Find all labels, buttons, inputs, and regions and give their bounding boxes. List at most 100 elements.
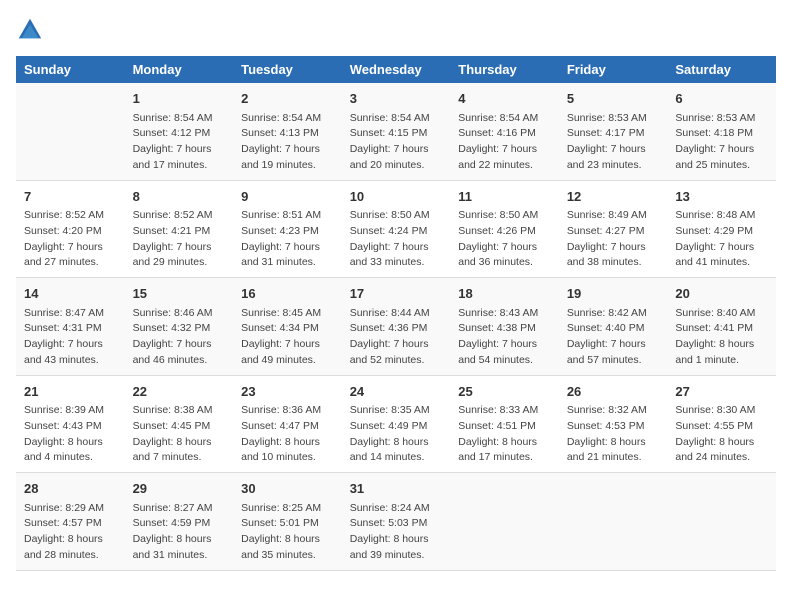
day-header-saturday: Saturday <box>667 56 776 83</box>
calendar-cell: 8Sunrise: 8:52 AMSunset: 4:21 PMDaylight… <box>125 180 234 278</box>
day-info: Sunrise: 8:43 AMSunset: 4:38 PMDaylight:… <box>458 306 551 369</box>
day-number: 1 <box>133 89 226 109</box>
calendar-cell: 14Sunrise: 8:47 AMSunset: 4:31 PMDayligh… <box>16 278 125 376</box>
day-info: Sunrise: 8:50 AMSunset: 4:24 PMDaylight:… <box>350 208 443 271</box>
day-number: 8 <box>133 187 226 207</box>
day-info: Sunrise: 8:53 AMSunset: 4:18 PMDaylight:… <box>675 111 768 174</box>
day-number: 7 <box>24 187 117 207</box>
day-number: 5 <box>567 89 660 109</box>
calendar-cell: 26Sunrise: 8:32 AMSunset: 4:53 PMDayligh… <box>559 375 668 473</box>
calendar-cell <box>16 83 125 180</box>
day-info: Sunrise: 8:54 AMSunset: 4:16 PMDaylight:… <box>458 111 551 174</box>
day-header-tuesday: Tuesday <box>233 56 342 83</box>
day-number: 25 <box>458 382 551 402</box>
calendar-cell: 15Sunrise: 8:46 AMSunset: 4:32 PMDayligh… <box>125 278 234 376</box>
calendar-cell: 12Sunrise: 8:49 AMSunset: 4:27 PMDayligh… <box>559 180 668 278</box>
calendar-cell: 31Sunrise: 8:24 AMSunset: 5:03 PMDayligh… <box>342 473 451 571</box>
day-info: Sunrise: 8:35 AMSunset: 4:49 PMDaylight:… <box>350 403 443 466</box>
day-info: Sunrise: 8:54 AMSunset: 4:12 PMDaylight:… <box>133 111 226 174</box>
day-number: 19 <box>567 284 660 304</box>
day-number: 21 <box>24 382 117 402</box>
day-header-friday: Friday <box>559 56 668 83</box>
calendar-table: SundayMondayTuesdayWednesdayThursdayFrid… <box>16 56 776 571</box>
day-number: 26 <box>567 382 660 402</box>
calendar-cell: 4Sunrise: 8:54 AMSunset: 4:16 PMDaylight… <box>450 83 559 180</box>
calendar-cell: 13Sunrise: 8:48 AMSunset: 4:29 PMDayligh… <box>667 180 776 278</box>
day-number: 11 <box>458 187 551 207</box>
day-number: 24 <box>350 382 443 402</box>
calendar-cell: 10Sunrise: 8:50 AMSunset: 4:24 PMDayligh… <box>342 180 451 278</box>
day-info: Sunrise: 8:39 AMSunset: 4:43 PMDaylight:… <box>24 403 117 466</box>
day-header-monday: Monday <box>125 56 234 83</box>
calendar-week-row: 7Sunrise: 8:52 AMSunset: 4:20 PMDaylight… <box>16 180 776 278</box>
calendar-cell: 22Sunrise: 8:38 AMSunset: 4:45 PMDayligh… <box>125 375 234 473</box>
day-number: 23 <box>241 382 334 402</box>
day-number: 15 <box>133 284 226 304</box>
day-info: Sunrise: 8:38 AMSunset: 4:45 PMDaylight:… <box>133 403 226 466</box>
day-info: Sunrise: 8:51 AMSunset: 4:23 PMDaylight:… <box>241 208 334 271</box>
calendar-cell: 29Sunrise: 8:27 AMSunset: 4:59 PMDayligh… <box>125 473 234 571</box>
day-number: 4 <box>458 89 551 109</box>
day-info: Sunrise: 8:44 AMSunset: 4:36 PMDaylight:… <box>350 306 443 369</box>
calendar-cell <box>450 473 559 571</box>
day-info: Sunrise: 8:52 AMSunset: 4:20 PMDaylight:… <box>24 208 117 271</box>
day-info: Sunrise: 8:29 AMSunset: 4:57 PMDaylight:… <box>24 501 117 564</box>
day-number: 27 <box>675 382 768 402</box>
day-number: 20 <box>675 284 768 304</box>
logo-icon <box>16 16 44 44</box>
day-number: 29 <box>133 479 226 499</box>
calendar-cell: 6Sunrise: 8:53 AMSunset: 4:18 PMDaylight… <box>667 83 776 180</box>
day-info: Sunrise: 8:27 AMSunset: 4:59 PMDaylight:… <box>133 501 226 564</box>
calendar-cell: 11Sunrise: 8:50 AMSunset: 4:26 PMDayligh… <box>450 180 559 278</box>
day-number: 9 <box>241 187 334 207</box>
calendar-cell: 19Sunrise: 8:42 AMSunset: 4:40 PMDayligh… <box>559 278 668 376</box>
calendar-cell: 28Sunrise: 8:29 AMSunset: 4:57 PMDayligh… <box>16 473 125 571</box>
calendar-week-row: 14Sunrise: 8:47 AMSunset: 4:31 PMDayligh… <box>16 278 776 376</box>
calendar-cell: 25Sunrise: 8:33 AMSunset: 4:51 PMDayligh… <box>450 375 559 473</box>
calendar-week-row: 21Sunrise: 8:39 AMSunset: 4:43 PMDayligh… <box>16 375 776 473</box>
day-number: 14 <box>24 284 117 304</box>
calendar-cell: 16Sunrise: 8:45 AMSunset: 4:34 PMDayligh… <box>233 278 342 376</box>
day-info: Sunrise: 8:45 AMSunset: 4:34 PMDaylight:… <box>241 306 334 369</box>
day-info: Sunrise: 8:33 AMSunset: 4:51 PMDaylight:… <box>458 403 551 466</box>
day-number: 28 <box>24 479 117 499</box>
calendar-cell: 1Sunrise: 8:54 AMSunset: 4:12 PMDaylight… <box>125 83 234 180</box>
calendar-cell: 30Sunrise: 8:25 AMSunset: 5:01 PMDayligh… <box>233 473 342 571</box>
day-info: Sunrise: 8:24 AMSunset: 5:03 PMDaylight:… <box>350 501 443 564</box>
day-info: Sunrise: 8:42 AMSunset: 4:40 PMDaylight:… <box>567 306 660 369</box>
day-info: Sunrise: 8:47 AMSunset: 4:31 PMDaylight:… <box>24 306 117 369</box>
day-header-thursday: Thursday <box>450 56 559 83</box>
page-header <box>16 16 776 44</box>
day-number: 17 <box>350 284 443 304</box>
calendar-cell: 23Sunrise: 8:36 AMSunset: 4:47 PMDayligh… <box>233 375 342 473</box>
day-header-wednesday: Wednesday <box>342 56 451 83</box>
day-info: Sunrise: 8:52 AMSunset: 4:21 PMDaylight:… <box>133 208 226 271</box>
day-info: Sunrise: 8:30 AMSunset: 4:55 PMDaylight:… <box>675 403 768 466</box>
day-info: Sunrise: 8:49 AMSunset: 4:27 PMDaylight:… <box>567 208 660 271</box>
day-number: 2 <box>241 89 334 109</box>
day-header-sunday: Sunday <box>16 56 125 83</box>
calendar-cell <box>667 473 776 571</box>
calendar-week-row: 28Sunrise: 8:29 AMSunset: 4:57 PMDayligh… <box>16 473 776 571</box>
day-info: Sunrise: 8:25 AMSunset: 5:01 PMDaylight:… <box>241 501 334 564</box>
day-info: Sunrise: 8:50 AMSunset: 4:26 PMDaylight:… <box>458 208 551 271</box>
day-number: 12 <box>567 187 660 207</box>
day-info: Sunrise: 8:46 AMSunset: 4:32 PMDaylight:… <box>133 306 226 369</box>
calendar-cell <box>559 473 668 571</box>
calendar-cell: 17Sunrise: 8:44 AMSunset: 4:36 PMDayligh… <box>342 278 451 376</box>
day-number: 10 <box>350 187 443 207</box>
calendar-cell: 7Sunrise: 8:52 AMSunset: 4:20 PMDaylight… <box>16 180 125 278</box>
logo <box>16 16 48 44</box>
day-number: 18 <box>458 284 551 304</box>
day-info: Sunrise: 8:36 AMSunset: 4:47 PMDaylight:… <box>241 403 334 466</box>
calendar-header-row: SundayMondayTuesdayWednesdayThursdayFrid… <box>16 56 776 83</box>
calendar-cell: 18Sunrise: 8:43 AMSunset: 4:38 PMDayligh… <box>450 278 559 376</box>
day-info: Sunrise: 8:54 AMSunset: 4:15 PMDaylight:… <box>350 111 443 174</box>
calendar-cell: 2Sunrise: 8:54 AMSunset: 4:13 PMDaylight… <box>233 83 342 180</box>
day-number: 22 <box>133 382 226 402</box>
calendar-cell: 9Sunrise: 8:51 AMSunset: 4:23 PMDaylight… <box>233 180 342 278</box>
day-info: Sunrise: 8:48 AMSunset: 4:29 PMDaylight:… <box>675 208 768 271</box>
calendar-cell: 5Sunrise: 8:53 AMSunset: 4:17 PMDaylight… <box>559 83 668 180</box>
calendar-cell: 20Sunrise: 8:40 AMSunset: 4:41 PMDayligh… <box>667 278 776 376</box>
calendar-cell: 24Sunrise: 8:35 AMSunset: 4:49 PMDayligh… <box>342 375 451 473</box>
